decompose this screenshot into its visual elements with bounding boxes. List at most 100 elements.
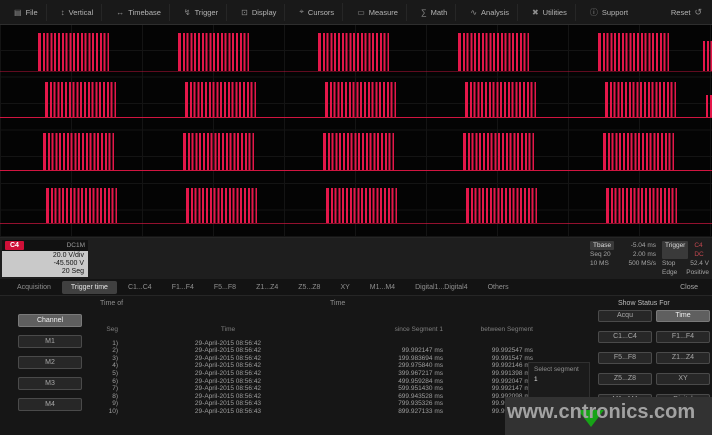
cell-between: 99.992146 ms xyxy=(443,362,533,370)
time-of-m3-button[interactable]: M3 xyxy=(18,377,82,390)
status-bar: C4 DC1M 20.0 V/div -45.500 V 20 Seg Tbas… xyxy=(0,238,712,279)
trigger-slope: Positive xyxy=(686,268,709,277)
time-of-channel-button[interactable]: Channel xyxy=(18,314,82,327)
cell-time: 29-April-2015 08:56:42 xyxy=(118,370,338,378)
cell-time: 29-April-2015 08:56:43 xyxy=(118,408,338,416)
cell-since: 699.943528 ms xyxy=(338,393,443,401)
waveform-burst xyxy=(185,82,256,117)
cell-seg: 2) xyxy=(88,347,118,355)
tbase-samples: 10 MS xyxy=(590,259,609,268)
cursors-icon: ⌖ xyxy=(299,7,304,17)
tab-xy[interactable]: XY xyxy=(331,281,358,294)
vertical-icon: ↕ xyxy=(61,8,65,17)
tab-f5-f8[interactable]: F5...F8 xyxy=(205,281,245,294)
close-button[interactable]: Close xyxy=(674,281,704,294)
select-segment-label: Select segment xyxy=(534,366,584,374)
trace-baseline xyxy=(0,71,712,72)
tab-z1-z4[interactable]: Z1...Z4 xyxy=(247,281,287,294)
cell-since: 799.935326 ms xyxy=(338,400,443,408)
channel-badge: C4 xyxy=(5,241,24,250)
status-for-f5-f8-button[interactable]: F5...F8 xyxy=(598,352,652,364)
menu-bar: ▤ File ↕ Vertical ↔ Timebase ↯ Trigger ⊡… xyxy=(0,0,712,25)
table-row: 4) 29-April-2015 08:56:42 299.975840 ms … xyxy=(88,362,538,370)
menu-item-display[interactable]: ⊡ Display xyxy=(233,4,285,21)
waveform-burst xyxy=(598,33,669,71)
menu-item-vertical[interactable]: ↕ Vertical xyxy=(53,4,103,21)
cell-since: 299.975840 ms xyxy=(338,362,443,370)
coupling-label: DC1M xyxy=(67,242,85,249)
scope-display[interactable] xyxy=(0,25,712,238)
status-for-time-button[interactable]: Time xyxy=(656,310,710,322)
status-for-acqu-button[interactable]: Acqu xyxy=(598,310,652,322)
table-row: 9) 29-April-2015 08:56:43 799.935326 ms … xyxy=(88,400,538,408)
table-row: 7) 29-April-2015 08:56:42 599.951430 ms … xyxy=(88,385,538,393)
time-of-m2-button[interactable]: M2 xyxy=(18,356,82,369)
cell-between: 99.992047 ms xyxy=(443,378,533,386)
menu-item-math[interactable]: ∑ Math xyxy=(413,4,456,21)
select-segment-field[interactable]: Select segment 1 xyxy=(528,362,590,400)
status-for-xy-button[interactable]: XY xyxy=(656,373,710,385)
timebase-icon: ↔ xyxy=(116,8,124,17)
menu-item-label: File xyxy=(26,8,38,17)
cell-between: 99.991398 ms xyxy=(443,370,533,378)
menu-item-label: Vertical xyxy=(69,8,94,17)
waveform-burst xyxy=(46,188,117,223)
trace-baseline xyxy=(0,117,712,118)
cell-seg: 5) xyxy=(88,370,118,378)
menu-item-utilities[interactable]: ✖ Utilities xyxy=(524,4,576,21)
cell-seg: 10) xyxy=(88,408,118,416)
tab-f1-f4[interactable]: F1...F4 xyxy=(163,281,203,294)
time-of-m1-button[interactable]: M1 xyxy=(18,335,82,348)
segment-table: Seg Time since Segment 1 between Segment… xyxy=(88,326,538,416)
file-icon: ▤ xyxy=(14,8,22,17)
waveform-burst xyxy=(465,82,536,117)
table-row: 2) 29-April-2015 08:56:42 99.992147 ms 9… xyxy=(88,347,538,355)
menu-item-file[interactable]: ▤ File xyxy=(6,4,47,21)
menu-item-timebase[interactable]: ↔ Timebase xyxy=(108,4,170,21)
tbase-delay: -5.04 ms xyxy=(631,241,656,250)
waveform-burst-partial xyxy=(703,41,712,71)
trigger-label: Trigger xyxy=(662,241,688,259)
menu-item-trigger[interactable]: ↯ Trigger xyxy=(176,4,227,21)
menu-item-support[interactable]: ⓘ Support xyxy=(582,3,636,22)
time-of-m4-button[interactable]: M4 xyxy=(18,398,82,411)
cell-between: 99.992547 ms xyxy=(443,347,533,355)
tab-acquisition[interactable]: Acquisition xyxy=(8,281,60,294)
menu-item-measure[interactable]: ▭ Measure xyxy=(349,4,407,21)
menu-item-label: Trigger xyxy=(195,8,218,17)
tab-others[interactable]: Others xyxy=(479,281,518,294)
math-icon: ∑ xyxy=(421,8,427,17)
status-for-f1-f4-button[interactable]: F1...F4 xyxy=(656,331,710,343)
status-for-c1-c4-button[interactable]: C1...C4 xyxy=(598,331,652,343)
trigger-descriptor[interactable]: Trigger C4 DC Stop 52.4 V Edge Positive xyxy=(662,241,709,277)
table-row: 6) 29-April-2015 08:56:42 499.959284 ms … xyxy=(88,378,538,386)
tab-z5-z8[interactable]: Z5...Z8 xyxy=(289,281,329,294)
cell-seg: 8) xyxy=(88,393,118,401)
undo-icon: ↺ xyxy=(694,7,702,18)
status-for-z5-z8-button[interactable]: Z5...Z8 xyxy=(598,373,652,385)
cell-seg: 3) xyxy=(88,355,118,363)
timebase-descriptor[interactable]: Tbase -5.04 ms Seq 20 2.00 ms 10 MS 500 … xyxy=(590,241,656,268)
status-tab-bar: Acquisition Trigger time C1...C4 F1...F4… xyxy=(0,279,712,296)
tab-trigger-time[interactable]: Trigger time xyxy=(62,281,117,294)
tab-c1-c4[interactable]: C1...C4 xyxy=(119,281,161,294)
waveform-burst xyxy=(45,82,116,117)
menu-item-cursors[interactable]: ⌖ Cursors xyxy=(291,3,343,21)
cell-since: 99.992147 ms xyxy=(338,347,443,355)
table-row: 5) 29-April-2015 08:56:42 399.967217 ms … xyxy=(88,370,538,378)
tab-digital[interactable]: Digital1...Digital4 xyxy=(406,281,477,294)
cell-seg: 9) xyxy=(88,400,118,408)
trigger-source: C4 DC xyxy=(694,241,709,259)
menu-item-analysis[interactable]: ∿ Analysis xyxy=(462,4,518,21)
channel-descriptor-c4[interactable]: C4 DC1M 20.0 V/div -45.500 V 20 Seg xyxy=(2,240,88,277)
trace-baseline xyxy=(0,170,712,171)
waveform-burst xyxy=(605,82,676,117)
menu-item-label: Measure xyxy=(369,8,398,17)
status-for-z1-z4-button[interactable]: Z1...Z4 xyxy=(656,352,710,364)
time-of-label: Time of xyxy=(100,300,123,307)
tab-m1-m4[interactable]: M1...M4 xyxy=(361,281,404,294)
cell-between xyxy=(443,340,533,348)
cell-time: 29-April-2015 08:56:43 xyxy=(118,400,338,408)
reset-button[interactable]: Reset ↺ xyxy=(671,7,706,18)
channel-segments: 20 Seg xyxy=(6,268,84,276)
